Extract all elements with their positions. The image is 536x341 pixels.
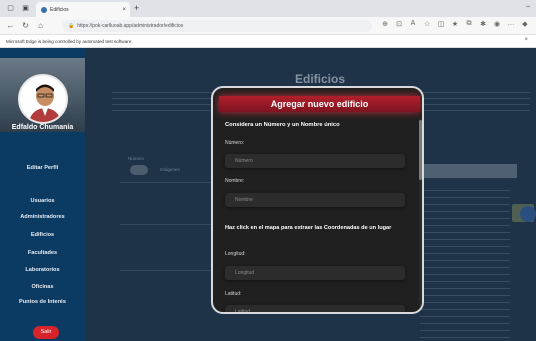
automation-notice: Microsoft Edge is being controlled by au… <box>6 38 133 44</box>
close-infobar-icon[interactable]: × <box>524 37 528 43</box>
window-controls-icon[interactable]: – <box>526 3 530 10</box>
edit-profile-link[interactable]: Editar Perfil <box>0 165 85 171</box>
page: Edificios Número Imágenes Edfaldo Chuman… <box>0 48 536 341</box>
read-aloud-icon[interactable]: ⊕ <box>378 20 392 28</box>
browser-tab-bar: ▢ ▣ Edificios × + – <box>0 0 536 17</box>
page-title: Edificios <box>295 72 346 86</box>
number-input[interactable]: Número <box>225 154 405 168</box>
sort-toggle[interactable] <box>130 165 148 175</box>
avatar <box>18 74 68 124</box>
address-bar: ← ↻ ⌂ 🔒 https://pok-carlluoab.app/admini… <box>0 17 536 35</box>
collections-icon[interactable]: ⧉ <box>462 20 476 28</box>
automation-infobar: Microsoft Edge is being controlled by au… <box>0 35 536 48</box>
modal-subtitle: Considera un Número y un Nombre único <box>225 122 340 128</box>
modal-title: Agregar nuevo edificio <box>270 99 369 109</box>
split-screen-icon[interactable]: ◫ <box>434 20 448 28</box>
latitude-input[interactable]: Latitud <box>225 305 405 312</box>
copilot-icon[interactable]: ◆ <box>518 20 532 28</box>
url-text: https://pok-carlluoab.app/administrador/… <box>77 23 184 29</box>
name-input[interactable]: Nombre <box>225 193 405 207</box>
close-tab-icon[interactable]: × <box>122 7 126 13</box>
new-tab-icon[interactable]: + <box>134 3 139 13</box>
modal-scrollbar-thumb[interactable] <box>419 120 422 180</box>
sidebar-item-usuarios[interactable]: Usuarios <box>0 198 85 204</box>
menu-icon[interactable]: … <box>504 20 518 28</box>
add-building-modal: Agregar nuevo edificio Considera un Núme… <box>211 86 424 314</box>
tab-actions-icon[interactable]: ▣ <box>21 4 30 13</box>
favorites-icon[interactable]: ★ <box>448 20 462 28</box>
longitude-label: Longitud: <box>225 251 246 257</box>
tab-title: Edificios <box>50 6 69 13</box>
sidebar-item-puntos-de-interes[interactable]: Puntos de Interés <box>0 299 85 305</box>
workspaces-icon[interactable]: ▢ <box>6 4 15 13</box>
extensions-icon[interactable]: ✱ <box>476 20 490 28</box>
description-column <box>420 190 510 340</box>
sidebar-item-edificios[interactable]: Edificios <box>0 232 85 238</box>
map-instruction: Haz click en el mapa para extraer las Co… <box>225 225 392 231</box>
sidebar-item-facultades[interactable]: Facultades <box>0 250 85 256</box>
toolbar-icons: ⊕ ⊡ A ☆ ◫ ★ ⧉ ✱ ◉ … ◆ <box>378 20 532 28</box>
user-name: Edfaldo Chumanía <box>11 124 74 131</box>
column-images: Imágenes <box>160 167 180 172</box>
sidebar-item-administradores[interactable]: Administradores <box>0 214 85 220</box>
lock-icon: 🔒 <box>68 23 75 29</box>
description-text-right <box>418 92 530 116</box>
profile-icon[interactable]: ◉ <box>490 20 504 28</box>
floating-map-icon[interactable] <box>520 206 536 222</box>
column-number: Número <box>128 156 145 161</box>
sidebar: Edfaldo Chumanía Editar Perfil Usuarios … <box>0 48 85 341</box>
back-icon[interactable]: ← <box>6 21 15 30</box>
favicon-icon <box>41 6 47 13</box>
sidebar-item-laboratorios[interactable]: Laboratorios <box>0 267 85 273</box>
longitude-input[interactable]: Longitud <box>225 266 405 280</box>
favorite-icon[interactable]: ☆ <box>420 20 434 28</box>
zoom-icon[interactable]: ⊡ <box>392 20 406 28</box>
sidebar-item-oficinas[interactable]: Oficinas <box>0 284 85 290</box>
logout-button[interactable]: Salir <box>33 326 59 339</box>
browser-tab[interactable]: Edificios × <box>36 2 130 17</box>
profile-banner <box>0 58 85 132</box>
latitude-label: Latitud: <box>225 291 242 297</box>
url-field[interactable]: 🔒 https://pok-carlluoab.app/administrado… <box>62 20 372 32</box>
home-icon[interactable]: ⌂ <box>36 21 45 30</box>
refresh-icon[interactable]: ↻ <box>21 21 30 30</box>
modal-header: Agregar nuevo edificio <box>219 96 420 112</box>
number-label: Número: <box>225 140 245 146</box>
search-bar[interactable] <box>418 164 517 178</box>
translate-icon[interactable]: A <box>406 20 420 28</box>
name-label: Nombre: <box>225 178 245 184</box>
